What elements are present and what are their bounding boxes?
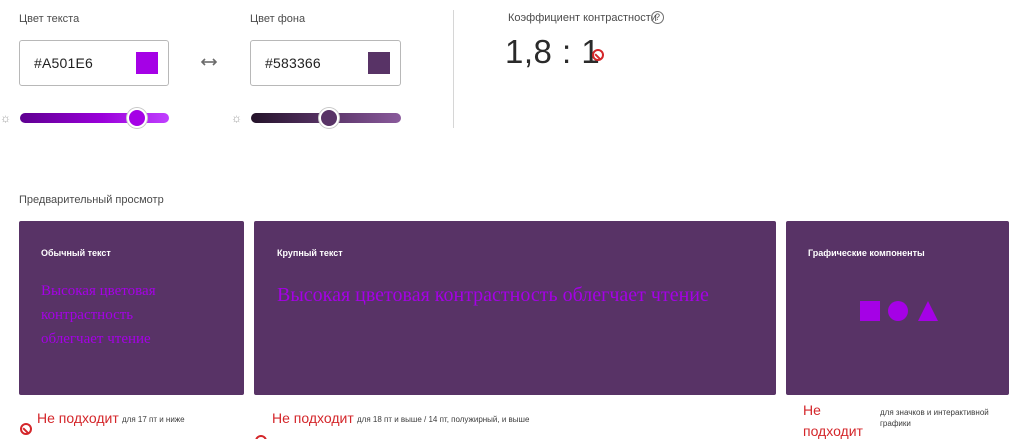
text-color-label: Цвет текста bbox=[19, 13, 80, 25]
large-text-card: Крупный текст Высокая цветовая контрастн… bbox=[254, 221, 776, 395]
bg-color-label: Цвет фона bbox=[250, 13, 306, 25]
bg-color-swatch[interactable] bbox=[368, 52, 390, 74]
brightness-icon: ☼ bbox=[231, 111, 242, 125]
graphics-result: Не подходит bbox=[803, 402, 863, 439]
graphics-note: для значков и интерактивной графики bbox=[880, 408, 989, 428]
large-text-sample: Высокая цветовая контрастность облегчает… bbox=[277, 284, 709, 306]
circle-shape bbox=[888, 301, 908, 321]
fail-icon bbox=[255, 435, 267, 439]
normal-text-result: Не подходит bbox=[37, 410, 119, 426]
text-color-field[interactable]: #A501E6 bbox=[19, 40, 169, 86]
preview-title: Предварительный просмотр bbox=[19, 194, 164, 206]
large-text-note: для 18 пт и выше / 14 пт, полужирный, и … bbox=[357, 415, 530, 424]
fail-icon bbox=[592, 49, 604, 61]
normal-text-note: для 17 пт и ниже bbox=[122, 415, 185, 424]
graphics-card: Графические компоненты bbox=[786, 221, 1009, 395]
help-icon[interactable]: ? bbox=[651, 11, 664, 24]
graphics-card-title: Графические компоненты bbox=[808, 248, 925, 258]
bg-color-slider-thumb[interactable] bbox=[319, 108, 339, 128]
triangle-shape bbox=[918, 301, 938, 321]
bg-color-field[interactable]: #583366 bbox=[250, 40, 401, 86]
normal-text-card-title: Обычный текст bbox=[41, 248, 111, 258]
fail-icon bbox=[20, 423, 32, 435]
large-text-card-title: Крупный текст bbox=[277, 248, 343, 258]
square-shape bbox=[860, 301, 880, 321]
contrast-ratio-title: Коэффициент контрастности bbox=[508, 12, 657, 24]
text-color-slider-thumb[interactable] bbox=[127, 108, 147, 128]
normal-text-card: Обычный текст Высокая цветовая контрастн… bbox=[19, 221, 244, 395]
section-divider bbox=[453, 10, 454, 128]
graphic-shapes bbox=[860, 300, 940, 322]
large-text-result: Не подходит bbox=[272, 410, 354, 426]
bg-color-hex-input[interactable]: #583366 bbox=[265, 55, 321, 71]
text-color-hex-input[interactable]: #A501E6 bbox=[34, 55, 93, 71]
normal-text-sample: Высокая цветовая контрастность облегчает… bbox=[41, 283, 156, 347]
swap-arrows-icon[interactable] bbox=[200, 54, 218, 66]
brightness-icon: ☼ bbox=[0, 111, 11, 125]
contrast-ratio-value: 1,8 : 1 bbox=[505, 33, 601, 70]
text-color-swatch[interactable] bbox=[136, 52, 158, 74]
